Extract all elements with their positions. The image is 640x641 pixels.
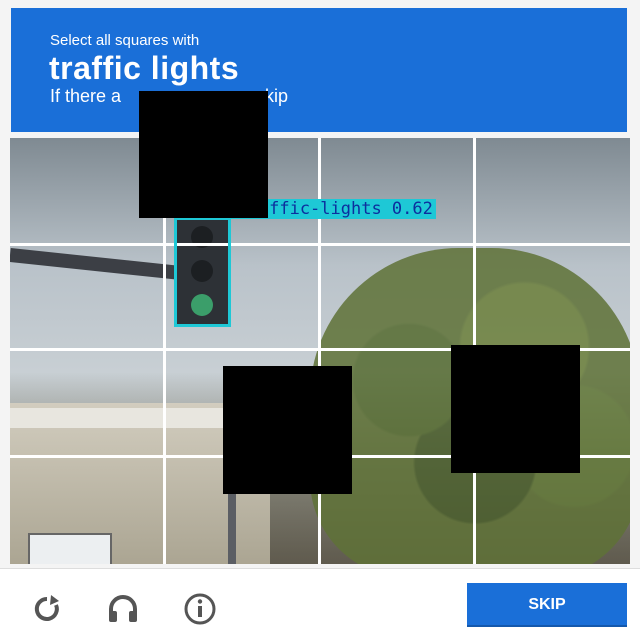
occlusion-mask — [223, 366, 352, 494]
instruction-line: Select all squares with — [50, 32, 200, 49]
occlusion-mask — [139, 91, 268, 218]
grid-tile-4[interactable] — [475, 138, 630, 244]
captcha-frame: Select all squares with traffic lights I… — [0, 0, 640, 641]
skip-button[interactable]: SKIP — [467, 583, 627, 627]
grid-divider — [10, 243, 630, 246]
captcha-header: Select all squares with traffic lights I… — [11, 8, 627, 132]
grid-tile-3[interactable] — [320, 138, 475, 244]
grid-tile-5[interactable] — [10, 244, 165, 350]
grid-tile-13[interactable] — [10, 456, 165, 564]
grid-tile-9[interactable] — [10, 350, 165, 456]
detection-bounding-box — [174, 217, 231, 327]
grid-tile-8[interactable] — [475, 244, 630, 350]
grid-tile-7[interactable] — [320, 244, 475, 350]
headphones-icon[interactable] — [106, 592, 140, 626]
reload-icon[interactable] — [30, 592, 64, 626]
info-icon[interactable] — [183, 592, 217, 626]
target-object-label: traffic lights — [49, 50, 240, 86]
occlusion-mask — [451, 345, 580, 473]
